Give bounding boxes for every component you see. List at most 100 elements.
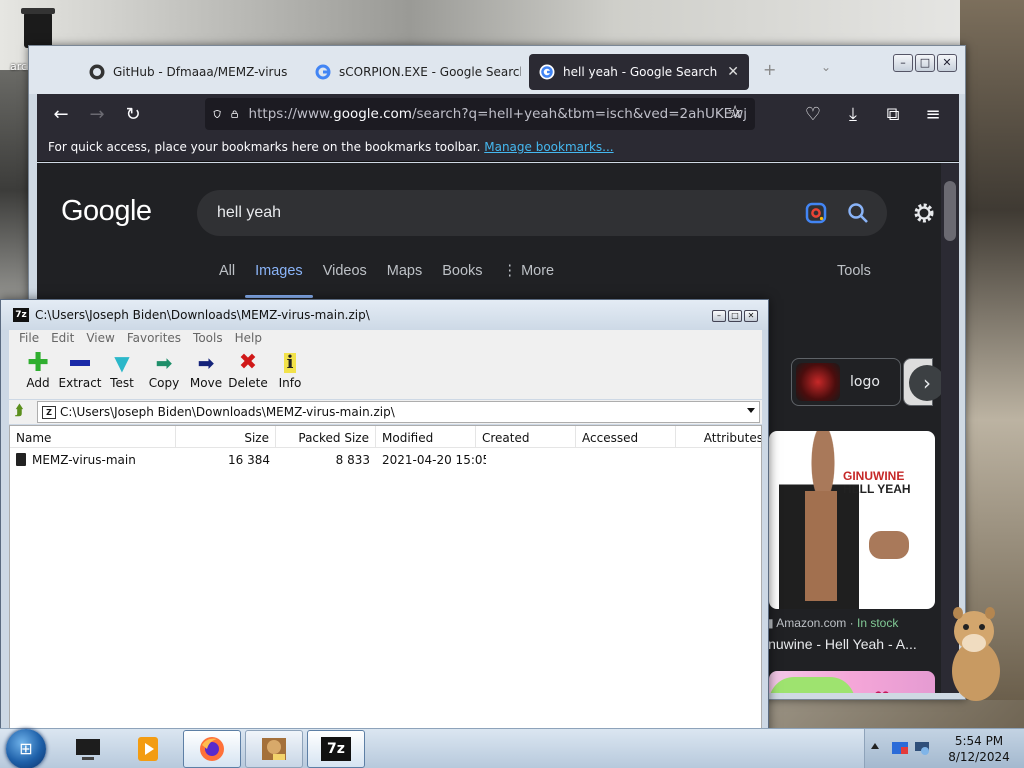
image-result[interactable]: GINUWINE HELL YEAH: [769, 431, 935, 609]
minimize-icon[interactable]: –: [712, 310, 726, 322]
google-lens-icon[interactable]: [805, 202, 827, 224]
network-icon[interactable]: [913, 741, 931, 755]
tab-maps[interactable]: Maps: [377, 263, 432, 293]
taskbar-app-media[interactable]: [120, 730, 178, 768]
column-packed-size[interactable]: Packed Size: [276, 426, 376, 448]
close-icon[interactable]: ✕: [937, 54, 957, 72]
tab-scorpion[interactable]: sCORPION.EXE - Google Search ✕: [305, 54, 521, 90]
column-size[interactable]: Size: [176, 426, 276, 448]
move-button[interactable]: ➡ Move: [185, 347, 227, 399]
action-center-icon[interactable]: [891, 741, 909, 755]
tab-github[interactable]: GitHub - Dfmaaa/MEMZ-virus: [79, 54, 301, 90]
folder-up-icon[interactable]: ⮭: [15, 403, 33, 421]
extract-button[interactable]: Extract: [59, 347, 102, 399]
tools-button[interactable]: Tools: [837, 263, 871, 279]
file-list: Name Size Packed Size Modified Created A…: [9, 425, 762, 737]
test-button[interactable]: ▼ Test: [101, 347, 143, 399]
scrollbar-thumb[interactable]: [944, 181, 956, 241]
tab-strip: GitHub - Dfmaaa/MEMZ-virus sCORPION.EXE …: [29, 46, 965, 94]
menu-view[interactable]: View: [86, 330, 121, 347]
column-attributes[interactable]: Attributes: [676, 426, 761, 448]
maximize-icon[interactable]: □: [915, 54, 935, 72]
shield-icon[interactable]: [213, 106, 221, 122]
menu-icon[interactable]: ≡: [915, 98, 951, 130]
hamster-sticker: [952, 607, 1000, 701]
taskbar-app-firefox[interactable]: [183, 730, 241, 768]
url-bar[interactable]: https://www.google.com/search?q=hell+yea…: [205, 98, 755, 130]
suggestion-chip-logo[interactable]: logo: [791, 358, 901, 406]
back-icon[interactable]: ←: [43, 98, 79, 130]
tab-hell-yeah[interactable]: hell yeah - Google Search ✕: [529, 54, 749, 90]
tab-books[interactable]: Books: [432, 263, 492, 293]
folder-icon: [16, 453, 26, 466]
download-icon[interactable]: ⤓: [835, 98, 871, 130]
new-tab-icon[interactable]: +: [763, 60, 776, 79]
menu-edit[interactable]: Edit: [51, 330, 81, 347]
close-icon[interactable]: ✕: [727, 64, 739, 80]
taskbar-app-7zip[interactable]: 7z: [307, 730, 365, 768]
menu-help[interactable]: Help: [235, 330, 269, 347]
search-icon[interactable]: [847, 202, 869, 224]
url-prefix: https://www.: [248, 106, 334, 122]
toolbar-right: ♡ ⤓ ⧉ ≡: [795, 98, 951, 130]
result-photo-detail: [805, 491, 837, 601]
chevron-right-icon[interactable]: ›: [909, 365, 945, 401]
menu-file[interactable]: File: [19, 330, 46, 347]
manage-bookmarks-link[interactable]: Manage bookmarks...: [484, 140, 613, 154]
result-source-name: Amazon.com: [776, 616, 847, 630]
column-accessed[interactable]: Accessed: [576, 426, 676, 448]
tray-expand-icon[interactable]: [871, 743, 879, 749]
recycle-bin-icon[interactable]: [18, 6, 58, 50]
bookmark-star-icon[interactable]: ☆: [727, 102, 743, 123]
maximize-icon[interactable]: □: [728, 310, 742, 322]
tab-videos[interactable]: Videos: [313, 263, 377, 293]
column-modified[interactable]: Modified: [376, 426, 476, 448]
result-source[interactable]: ▮ Amazon.com · In stock: [767, 616, 898, 630]
image-result[interactable]: ♥: [769, 671, 935, 693]
list-tabs-icon[interactable]: ⌄: [821, 60, 831, 74]
search-box[interactable]: hell yeah: [197, 190, 887, 236]
taskbar-app-monitor[interactable]: [60, 730, 118, 768]
desktop-icon-label[interactable]: arc: [10, 60, 27, 73]
menu-favorites[interactable]: Favorites: [127, 330, 188, 347]
system-tray: 5:54 PM 8/12/2024: [864, 729, 1024, 768]
forward-icon[interactable]: →: [79, 98, 115, 130]
tab-more[interactable]: ⋮ More: [493, 263, 565, 293]
close-icon[interactable]: ✕: [744, 310, 758, 322]
start-button[interactable]: ⊞: [6, 729, 46, 768]
taskbar-app-sandbox[interactable]: [245, 730, 303, 768]
google-icon: [315, 64, 331, 80]
reload-icon[interactable]: ↻: [115, 98, 151, 130]
column-created[interactable]: Created: [476, 426, 576, 448]
tab-images[interactable]: Images: [245, 263, 313, 298]
settings-gear-icon[interactable]: [912, 201, 936, 225]
7zip-toolbar: ✚ Add Extract ▼ Test ➡ Copy ➡ Move ✖ Del…: [9, 347, 762, 399]
minimize-icon[interactable]: –: [893, 54, 913, 72]
address-text[interactable]: C:\Users\Joseph Biden\Downloads\MEMZ-vir…: [60, 405, 395, 419]
address-field[interactable]: Z C:\Users\Joseph Biden\Downloads\MEMZ-v…: [37, 401, 760, 423]
result-art: [769, 677, 855, 693]
copy-button[interactable]: ➡ Copy: [143, 347, 185, 399]
7zip-titlebar[interactable]: 7z C:\Users\Joseph Biden\Downloads\MEMZ-…: [1, 300, 768, 330]
delete-button[interactable]: ✖ Delete: [227, 347, 269, 399]
result-title[interactable]: inuwine - Hell Yeah - A...: [765, 636, 917, 652]
table-row[interactable]: MEMZ-virus-main 16 384 8 833 2021-04-20 …: [10, 450, 761, 470]
clock[interactable]: 5:54 PM 8/12/2024: [939, 733, 1019, 765]
info-button[interactable]: i Info: [269, 347, 311, 399]
chip-label: logo: [850, 374, 880, 390]
tab-all[interactable]: All: [209, 263, 245, 293]
lock-icon[interactable]: [231, 106, 239, 122]
column-name[interactable]: Name: [10, 426, 176, 448]
clock-date: 8/12/2024: [948, 750, 1010, 764]
extensions-icon[interactable]: ⧉: [875, 98, 911, 130]
search-query[interactable]: hell yeah: [217, 204, 281, 222]
add-button[interactable]: ✚ Add: [17, 347, 59, 399]
cell-size: 16 384: [228, 453, 270, 467]
delete-icon: ✖: [238, 350, 258, 375]
bookmarks-hint: For quick access, place your bookmarks h…: [48, 140, 481, 154]
chevron-down-icon[interactable]: [747, 408, 755, 413]
menu-tools[interactable]: Tools: [193, 330, 230, 347]
google-logo[interactable]: Google: [61, 195, 152, 228]
pocket-icon[interactable]: ♡: [795, 98, 831, 130]
tab-title: hell yeah - Google Search: [563, 65, 718, 79]
